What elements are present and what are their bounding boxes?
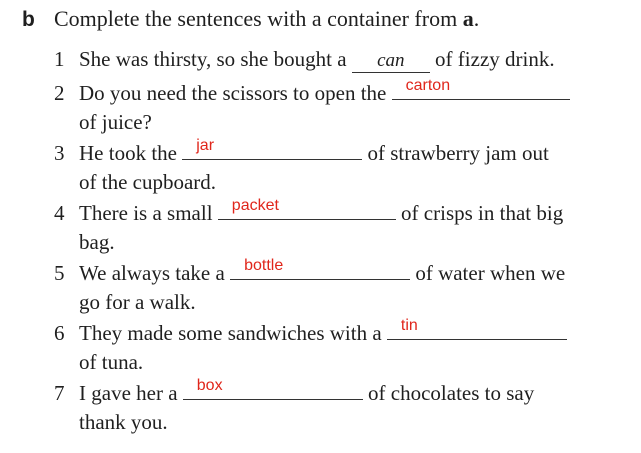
sentence-text-before: Do you need the scissors to open the [79, 81, 387, 105]
sentence-item-7: 7 I gave her a box of chocolates to say t… [54, 377, 534, 437]
sentence-continuation: bag. [79, 230, 115, 254]
sentence-item-3: 3 He took the jar of strawberry jam out o… [54, 137, 549, 197]
sentence-text-after: of strawberry jam out [367, 141, 549, 165]
answer-blank[interactable]: packet [217, 197, 396, 220]
sentence-item-4: 4 There is a small packet of crisps in th… [54, 197, 563, 257]
answer-text: packet [231, 197, 279, 214]
sentence-continuation: of juice? [79, 110, 152, 134]
sentence-text-after: of water when we [415, 261, 566, 285]
item-number: 3 [54, 141, 65, 165]
item-number: 1 [54, 47, 65, 71]
answer-text: tin [400, 317, 418, 334]
sentence-item-5: 5 We always take a bottle of water when w… [54, 257, 565, 317]
answer-text: jar [196, 137, 215, 154]
sentence-text-after: of chocolates to say [368, 381, 535, 405]
item-number: 5 [54, 261, 65, 285]
sentence-continuation: thank you. [79, 410, 168, 434]
sentence-text-before: He took the [79, 141, 177, 165]
sentence-continuation: of the cupboard. [79, 170, 217, 194]
answer-text: bottle [244, 257, 284, 274]
answer-text: carton [405, 77, 451, 94]
example-answer: can [351, 50, 430, 73]
sentence-text-before: They made some sandwiches with a [79, 321, 382, 345]
sentence-text-after: of crisps in that big [401, 201, 564, 225]
item-number: 4 [54, 201, 65, 225]
sentence-text-before: We always take a [79, 261, 225, 285]
sentence-item-2: 2 Do you need the scissors to open the ca… [54, 77, 570, 137]
answer-text: box [196, 377, 223, 394]
answer-blank[interactable]: bottle [230, 257, 411, 280]
exercise-instruction: Complete the sentences with a container … [54, 6, 458, 31]
item-number: 2 [54, 81, 65, 105]
exercise-reference: a [462, 6, 474, 31]
exercise-letter: b [22, 8, 35, 31]
answer-blank[interactable]: box [182, 377, 363, 400]
sentence-continuation: go for a walk. [79, 290, 196, 314]
sentence-item-1: 1 She was thirsty, so she bought a can of… [54, 45, 555, 74]
sentence-item-6: 6 They made some sandwiches with a tin of… [54, 317, 567, 377]
answer-blank[interactable]: jar [182, 137, 363, 160]
sentence-text-after: of fizzy drink. [435, 47, 555, 71]
exercise-instruction-end: . [473, 6, 480, 31]
answer-blank[interactable]: tin [386, 317, 567, 340]
item-number: 7 [54, 381, 65, 405]
sentence-text-before: She was thirsty, so she bought a [79, 47, 347, 71]
sentence-text-before: I gave her a [79, 381, 178, 405]
exercise-heading: b Complete the sentences with a container… [22, 6, 479, 32]
item-number: 6 [54, 321, 65, 345]
sentence-text-before: There is a small [79, 201, 213, 225]
answer-blank[interactable]: carton [391, 77, 570, 100]
sentence-continuation: of tuna. [79, 350, 144, 374]
